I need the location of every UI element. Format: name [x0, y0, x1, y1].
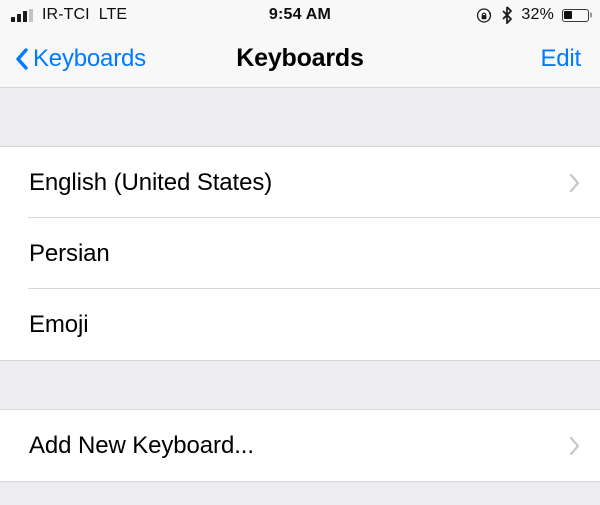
- list-item-label: Add New Keyboard...: [29, 431, 254, 459]
- rotation-lock-icon: [476, 7, 493, 24]
- back-button[interactable]: Keyboards: [0, 45, 146, 73]
- bluetooth-icon: [501, 6, 513, 24]
- signal-bars-icon: [11, 8, 33, 22]
- settings-list: English (United States) Persian Emoji Add …: [0, 88, 600, 505]
- chevron-left-icon: [15, 47, 28, 70]
- list-item-label: Persian: [29, 239, 110, 267]
- chevron-right-icon: [568, 172, 581, 194]
- list-item[interactable]: Persian: [0, 218, 600, 289]
- battery-icon: [562, 8, 592, 22]
- list-item[interactable]: Add New Keyboard...: [0, 410, 600, 481]
- network-type: LTE: [98, 6, 128, 23]
- chevron-right-icon: [568, 435, 581, 457]
- edit-button[interactable]: Edit: [540, 45, 600, 73]
- list-item[interactable]: English (United States): [0, 147, 600, 218]
- carrier-name: IR-TCI: [42, 6, 90, 23]
- list-item-label: English (United States): [29, 168, 273, 196]
- battery-percentage: 32%: [521, 6, 554, 23]
- status-bar-right: 32%: [476, 6, 592, 24]
- status-bar-left: IR-TCI LTE: [11, 6, 127, 24]
- section-add-keyboard: Add New Keyboard...: [0, 409, 600, 482]
- section-spacer-top: [0, 88, 600, 146]
- status-bar: IR-TCI LTE 9:54 AM 32%: [0, 0, 600, 30]
- back-button-label: Keyboards: [33, 44, 146, 72]
- list-item-label: Emoji: [29, 310, 89, 338]
- navigation-bar: Keyboards Keyboards Edit: [0, 30, 600, 88]
- section-active-keyboards: English (United States) Persian Emoji: [0, 146, 600, 361]
- list-item[interactable]: Emoji: [0, 289, 600, 360]
- section-spacer-middle: [0, 361, 600, 409]
- ios-keyboards-settings-screen: IR-TCI LTE 9:54 AM 32% Keyboards Keyboar…: [0, 0, 600, 505]
